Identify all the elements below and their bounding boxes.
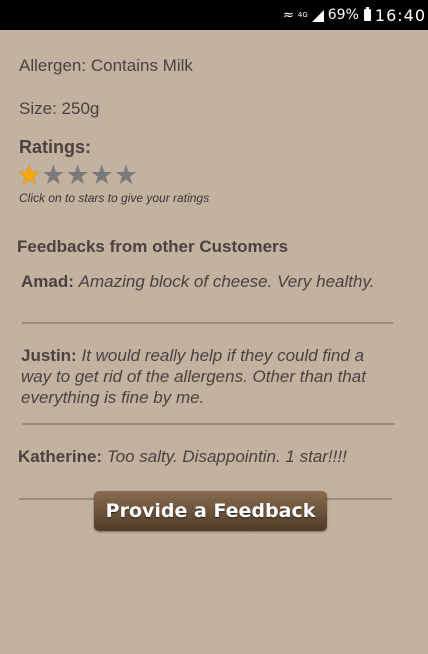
star-icon[interactable]: ★: [65, 161, 89, 189]
divider: [22, 423, 395, 425]
feedback-item: Katherine: Too salty. Disappointin. 1 st…: [18, 446, 398, 467]
clock: 16:40: [374, 5, 426, 25]
rating-hint: Click on to stars to give your ratings: [19, 191, 210, 205]
battery-icon: [363, 7, 371, 21]
battery-percent: 69%: [327, 7, 359, 23]
network-type: 4G: [297, 11, 308, 19]
allergen-value: Contains Milk: [90, 56, 193, 75]
star-icon[interactable]: ★: [17, 161, 41, 189]
divider: [22, 322, 393, 324]
size-label: Size:: [19, 99, 57, 118]
star-icon[interactable]: ★: [41, 161, 65, 189]
allergen-label: Allergen:: [19, 56, 87, 75]
feedback-author: Justin:: [21, 346, 77, 365]
star-icon[interactable]: ★: [90, 161, 114, 189]
feedback-author: Amad:: [21, 272, 74, 291]
signal-icon: [311, 10, 324, 22]
rating-stars[interactable]: ★ ★ ★ ★ ★: [17, 161, 138, 189]
size-row: Size: 250g: [19, 99, 99, 119]
feedback-item: Amad: Amazing block of cheese. Very heal…: [21, 271, 401, 292]
ratings-title: Ratings:: [19, 137, 91, 157]
status-bar: ≈ 4G 69% 16:40: [0, 0, 428, 30]
size-value: 250g: [61, 99, 100, 118]
allergen-row: Allergen: Contains Milk: [19, 56, 193, 76]
feedback-text: Amazing block of cheese. Very healthy.: [78, 272, 375, 291]
feedback-text: Too salty. Disappointin. 1 star!!!!: [106, 447, 347, 466]
feedback-section-title: Feedbacks from other Customers: [17, 237, 289, 256]
status-icons: ≈ 4G 69% 16:40: [283, 0, 428, 30]
wifi-icon: ≈: [282, 7, 294, 23]
feedback-author: Katherine:: [18, 447, 103, 466]
provide-feedback-button[interactable]: Provide a Feedback: [94, 491, 327, 531]
star-icon[interactable]: ★: [114, 161, 138, 189]
feedback-item: Justin: It would really help if they cou…: [21, 345, 396, 408]
